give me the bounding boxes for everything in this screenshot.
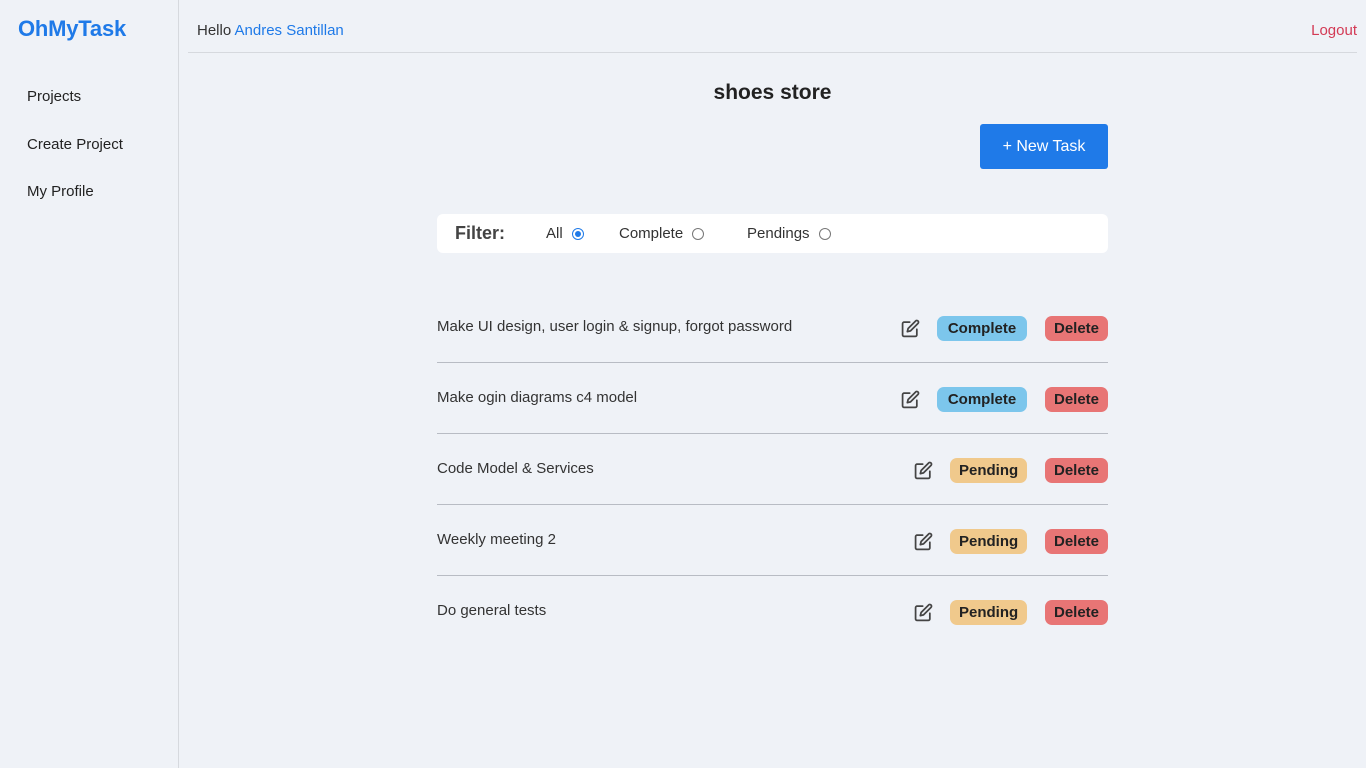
- greeting: Hello Andres Santillan: [197, 22, 344, 39]
- edit-icon[interactable]: [913, 603, 933, 623]
- task-actions: Pending Delete: [913, 529, 1108, 554]
- task-title: Code Model & Services: [437, 460, 594, 477]
- status-complete-button[interactable]: Complete: [937, 387, 1027, 412]
- task-row: Make UI design, user login & signup, for…: [437, 292, 1108, 363]
- task-row: Make ogin diagrams c4 model Complete Del…: [437, 363, 1108, 434]
- task-actions: Pending Delete: [913, 600, 1108, 625]
- task-actions: Complete Delete: [900, 316, 1108, 341]
- radio-unchecked-icon[interactable]: [692, 227, 705, 240]
- filter-bar: Filter: All Complete Pendings: [437, 214, 1108, 253]
- username: Andres Santillan: [234, 22, 344, 39]
- edit-icon[interactable]: [900, 319, 920, 339]
- delete-button[interactable]: Delete: [1045, 316, 1108, 341]
- brand-logo[interactable]: OhMyTask: [18, 16, 126, 42]
- radio-checked-icon[interactable]: [571, 227, 584, 240]
- task-actions: Complete Delete: [900, 387, 1108, 412]
- project-title: shoes store: [713, 81, 832, 104]
- new-task-button[interactable]: + New Task: [980, 124, 1108, 169]
- top-bar: Hello Andres Santillan Logout: [188, 0, 1357, 53]
- delete-button[interactable]: Delete: [1045, 387, 1108, 412]
- delete-button[interactable]: Delete: [1045, 458, 1108, 483]
- radio-unchecked-icon[interactable]: [818, 227, 831, 240]
- main-content: Hello Andres Santillan Logout shoes stor…: [179, 0, 1366, 768]
- status-complete-button[interactable]: Complete: [937, 316, 1027, 341]
- task-title: Make ogin diagrams c4 model: [437, 389, 638, 406]
- sidebar-nav: Projects Create Project My Profile: [27, 87, 123, 230]
- app-root: OhMyTask Projects Create Project My Prof…: [0, 0, 1366, 768]
- filter-option-complete[interactable]: Complete: [619, 225, 705, 242]
- filter-label: Filter:: [455, 223, 506, 243]
- filter-option-label: Pendings: [747, 225, 810, 242]
- task-list: Make UI design, user login & signup, for…: [437, 292, 1108, 647]
- sidebar-item-my-profile[interactable]: My Profile: [27, 182, 123, 202]
- sidebar-item-projects[interactable]: Projects: [27, 87, 123, 107]
- edit-icon[interactable]: [913, 461, 933, 481]
- sidebar: OhMyTask Projects Create Project My Prof…: [0, 0, 179, 768]
- filter-option-label: Complete: [619, 225, 684, 242]
- delete-button[interactable]: Delete: [1045, 600, 1108, 625]
- sidebar-item-create-project[interactable]: Create Project: [27, 135, 123, 155]
- task-title: Make UI design, user login & signup, for…: [437, 318, 793, 335]
- logout-link[interactable]: Logout: [1311, 22, 1357, 39]
- task-row: Weekly meeting 2 Pending Delete: [437, 505, 1108, 576]
- task-actions: Pending Delete: [913, 458, 1108, 483]
- filter-option-label: All: [546, 225, 563, 242]
- task-row: Do general tests Pending Delete: [437, 576, 1108, 647]
- status-pending-button[interactable]: Pending: [950, 529, 1027, 554]
- status-pending-button[interactable]: Pending: [950, 600, 1027, 625]
- edit-icon[interactable]: [900, 390, 920, 410]
- filter-option-pendings[interactable]: Pendings: [747, 225, 831, 242]
- filter-option-all[interactable]: All: [546, 225, 584, 242]
- task-row: Code Model & Services Pending Delete: [437, 434, 1108, 505]
- greeting-text: Hello: [197, 22, 232, 39]
- status-pending-button[interactable]: Pending: [950, 458, 1027, 483]
- task-title: Do general tests: [437, 602, 547, 619]
- delete-button[interactable]: Delete: [1045, 529, 1108, 554]
- task-title: Weekly meeting 2: [437, 531, 556, 548]
- edit-icon[interactable]: [913, 532, 933, 552]
